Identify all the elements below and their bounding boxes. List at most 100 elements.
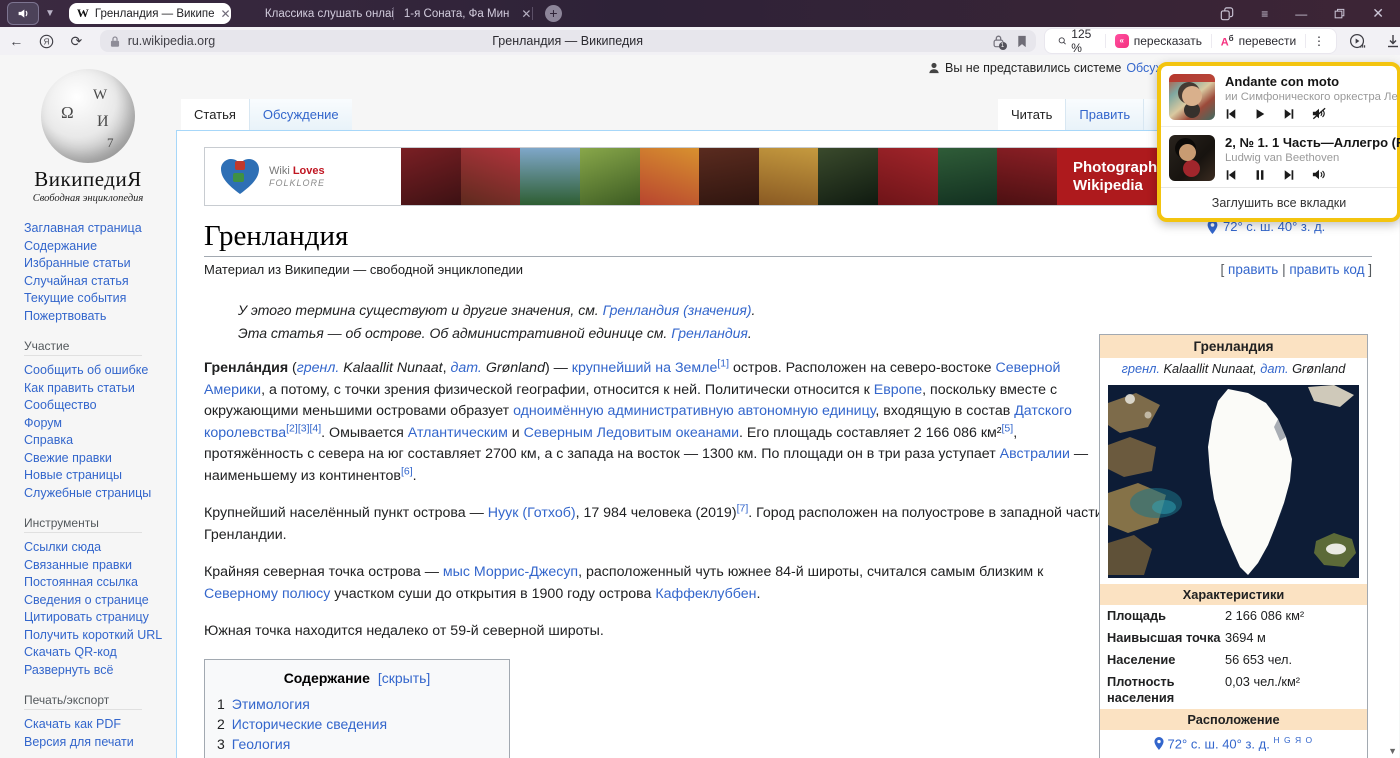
toc-item[interactable]: 1Этимология: [217, 694, 497, 714]
text-link[interactable]: гренл.: [297, 360, 340, 376]
more-options-icon[interactable]: ⋮: [1306, 34, 1332, 48]
previous-track-icon[interactable]: [1225, 169, 1237, 181]
sidebar-link[interactable]: Форум: [24, 416, 62, 430]
tab-title: Гренландия — Википе: [95, 8, 215, 20]
tab-greenland[interactable]: W Гренландия — Википе ✕: [69, 3, 231, 24]
text-link[interactable]: править: [1228, 262, 1278, 277]
video-player-icon[interactable]: [1349, 33, 1366, 50]
sidebar-link[interactable]: Избранные статьи: [24, 256, 131, 270]
tab-sonata[interactable]: 1-я Соната, Фа Мин ✕: [394, 7, 532, 21]
speaker-icon[interactable]: [1312, 168, 1326, 181]
coords-text[interactable]: 72° с. ш. 40° з. д.: [1168, 736, 1270, 751]
toc-item[interactable]: 2Исторические сведения: [217, 714, 497, 734]
tab-read[interactable]: Читать: [998, 99, 1065, 131]
minimize-button[interactable]: —: [1295, 7, 1307, 21]
sidebar-link[interactable]: Новые страницы: [24, 468, 122, 482]
sidebar-link[interactable]: Содержание: [24, 239, 97, 253]
sidebar-link[interactable]: Получить короткий URL: [24, 628, 162, 642]
reference-link[interactable]: [1]: [717, 357, 729, 369]
infobox-coordinates[interactable]: 72° с. ш. 40° з. д. H G Я O: [1100, 730, 1367, 756]
close-icon[interactable]: ✕: [221, 7, 231, 21]
next-track-icon[interactable]: [1283, 108, 1295, 120]
protect-icon[interactable]: 1: [992, 34, 1005, 48]
media-item[interactable]: Andante con moto ии Симфонического оркес…: [1161, 66, 1397, 126]
sidebar-link[interactable]: Связанные правки: [24, 558, 132, 572]
reload-button[interactable]: ⟳: [61, 33, 92, 50]
next-track-icon[interactable]: [1283, 169, 1295, 181]
mute-all-tabs-button[interactable]: Заглушить все вкладки: [1161, 187, 1397, 218]
text-link[interactable]: править код: [1289, 262, 1364, 277]
reference-link[interactable]: [2][3][4]: [286, 422, 321, 434]
sidebar-link[interactable]: Текущие события: [24, 291, 126, 305]
text-link[interactable]: Гренландия: [671, 325, 748, 341]
sidebar-link[interactable]: Развернуть всё: [24, 663, 113, 677]
sidebar-link[interactable]: Цитировать страницу: [24, 610, 149, 624]
menu-icon[interactable]: ≡: [1261, 7, 1268, 21]
play-icon[interactable]: [1254, 108, 1266, 120]
sidebar-link[interactable]: Сообщить об ошибке: [24, 363, 148, 377]
text-link[interactable]: Гренландия (значения): [603, 302, 752, 318]
reference-link[interactable]: [7]: [737, 502, 749, 514]
address-bar[interactable]: ru.wikipedia.org Гренландия — Википедия …: [100, 30, 1036, 52]
new-tab-button[interactable]: +: [545, 5, 562, 22]
tab-classical-music[interactable]: Классика слушать онлайн: [255, 8, 393, 20]
sidebar-link[interactable]: Случайная статья: [24, 274, 129, 288]
text-link[interactable]: Северным Ледовитым океанами: [524, 425, 739, 441]
chevron-down-icon[interactable]: ▼: [45, 8, 55, 19]
muted-speaker-icon[interactable]: [1312, 107, 1326, 120]
scrollbar-down-arrow[interactable]: ▼: [1388, 746, 1397, 756]
sidebar-link[interactable]: Скачать как PDF: [24, 717, 121, 731]
sidebar-link[interactable]: Как править статьи: [24, 381, 135, 395]
text-link[interactable]: дат.: [451, 360, 482, 376]
text-link[interactable]: Северному полюсу: [204, 586, 330, 602]
wikipedia-favicon: W: [77, 6, 89, 21]
retell-button[interactable]: « пересказать: [1106, 34, 1211, 48]
sidebar-link[interactable]: Заглавная страница: [24, 221, 142, 235]
text-link[interactable]: крупнейший на Земле: [572, 360, 718, 376]
text-link[interactable]: гренл.: [1122, 361, 1160, 376]
zoom-control[interactable]: 125 %: [1049, 27, 1105, 55]
text-link[interactable]: Каффеклуббен: [655, 586, 756, 602]
restore-button[interactable]: [1334, 8, 1345, 19]
sidebar-link[interactable]: Пожертвовать: [24, 309, 106, 323]
tab-panels-icon[interactable]: [1220, 7, 1234, 21]
text-link[interactable]: Европе: [874, 382, 922, 398]
pause-icon[interactable]: [1254, 169, 1266, 181]
tab-edit[interactable]: Править: [1065, 99, 1143, 131]
wikipedia-logo[interactable]: Ω W И 7 ВикипедиЯ Свободная энциклопедия: [0, 69, 176, 204]
previous-track-icon[interactable]: [1225, 108, 1237, 120]
media-item[interactable]: 2, № 1. 1 Часть—Аллегро (Re Ludwig van B…: [1161, 126, 1397, 187]
geohack-links[interactable]: H G Я O: [1273, 735, 1313, 745]
sidebar-link[interactable]: Версия для печати: [24, 735, 134, 749]
sidebar-link[interactable]: Служебные страницы: [24, 486, 151, 500]
sidebar-link[interactable]: Сообщество: [24, 398, 97, 412]
tabbar-audio-button[interactable]: [7, 2, 39, 25]
reference-link[interactable]: [6]: [401, 465, 413, 477]
sidebar-link[interactable]: Постоянная ссылка: [24, 575, 138, 589]
text-link[interactable]: дат.: [1260, 361, 1288, 376]
sidebar-link[interactable]: Скачать QR-код: [24, 645, 117, 659]
toc-hide-link[interactable]: [скрыть]: [378, 670, 430, 686]
text-link[interactable]: Австралии: [1000, 446, 1070, 462]
toc-item[interactable]: 4Оледенение и рельеф: [217, 754, 497, 758]
sidebar-link[interactable]: Свежие правки: [24, 451, 112, 465]
close-window-button[interactable]: ✕: [1372, 5, 1384, 22]
text-link[interactable]: мыс Моррис-Джесуп: [443, 564, 578, 580]
tab-article[interactable]: Статья: [181, 99, 249, 131]
toc-item[interactable]: 3Геология: [217, 734, 497, 754]
translate-button[interactable]: Aб перевести: [1212, 34, 1306, 49]
sidebar-link[interactable]: Справка: [24, 433, 73, 447]
text-link[interactable]: одноимённую административную автономную …: [513, 403, 875, 419]
download-icon[interactable]: [1386, 34, 1400, 48]
back-button[interactable]: ←: [0, 33, 32, 49]
text-link[interactable]: Атлантическим: [408, 425, 508, 441]
tab-discussion[interactable]: Обсуждение: [249, 99, 352, 131]
greenland-satellite-map[interactable]: [1108, 385, 1359, 578]
sidebar-link[interactable]: Ссылки сюда: [24, 540, 101, 554]
bookmark-icon[interactable]: [1017, 35, 1027, 48]
sidebar-link[interactable]: Сведения о странице: [24, 593, 149, 607]
close-icon[interactable]: ✕: [521, 7, 531, 21]
yandex-services-button[interactable]: Я: [32, 34, 61, 49]
reference-link[interactable]: [5]: [1002, 422, 1014, 434]
text-link[interactable]: Нуук (Готхоб): [488, 505, 576, 521]
